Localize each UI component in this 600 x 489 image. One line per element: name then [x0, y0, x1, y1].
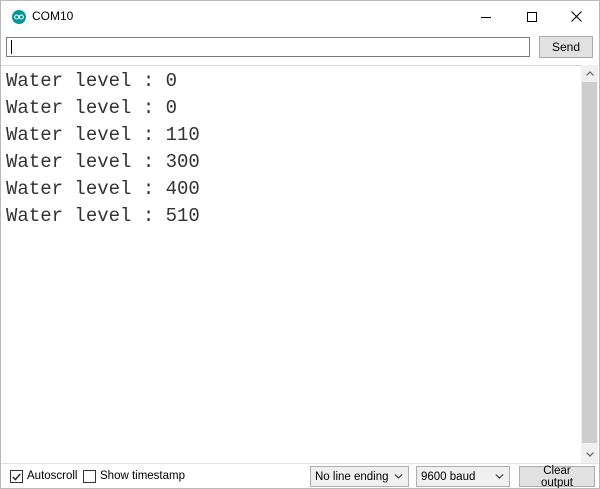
output-line: Water level : 510	[6, 205, 200, 227]
clear-output-button[interactable]: Clear output	[519, 465, 595, 488]
maximize-button[interactable]	[509, 1, 555, 32]
send-input[interactable]	[6, 37, 530, 57]
close-icon	[570, 11, 582, 22]
scroll-thumb[interactable]	[582, 82, 597, 443]
serial-monitor-window: COM10 Send Water level : 0 Water level :…	[0, 0, 600, 489]
chevron-down-icon	[495, 474, 504, 479]
line-ending-value: No line ending	[315, 470, 389, 483]
chevron-down-icon	[585, 452, 594, 457]
minimize-button[interactable]	[463, 1, 509, 32]
show-timestamp-label[interactable]: Show timestamp	[100, 470, 185, 482]
vertical-scrollbar[interactable]	[581, 65, 598, 463]
chevron-up-icon	[585, 71, 594, 76]
line-ending-select[interactable]: No line ending	[310, 466, 409, 487]
minimize-icon	[481, 16, 491, 18]
chevron-down-icon	[394, 474, 403, 479]
serial-output[interactable]: Water level : 0 Water level : 0 Water le…	[1, 65, 581, 464]
output-line: Water level : 0	[6, 97, 178, 119]
scroll-down-button[interactable]	[581, 446, 598, 463]
autoscroll-label[interactable]: Autoscroll	[27, 470, 78, 482]
window-title: COM10	[32, 9, 74, 23]
show-timestamp-checkbox[interactable]	[83, 470, 96, 483]
send-row: Send	[1, 35, 599, 63]
output-line: Water level : 110	[6, 124, 200, 146]
baud-rate-value: 9600 baud	[421, 470, 476, 483]
title-bar[interactable]: COM10	[1, 1, 599, 32]
output-line: Water level : 0	[6, 70, 178, 92]
output-line: Water level : 400	[6, 178, 200, 200]
close-button[interactable]	[553, 1, 599, 32]
arduino-icon	[12, 10, 26, 24]
send-button[interactable]: Send	[539, 36, 593, 58]
checkmark-icon	[12, 473, 21, 481]
baud-rate-select[interactable]: 9600 baud	[416, 466, 510, 487]
autoscroll-checkbox[interactable]	[10, 470, 23, 483]
bottom-bar: Autoscroll Show timestamp No line ending…	[1, 463, 599, 488]
maximize-icon	[527, 11, 537, 22]
scroll-up-button[interactable]	[581, 65, 598, 82]
text-caret	[11, 40, 12, 54]
output-line: Water level : 300	[6, 151, 200, 173]
